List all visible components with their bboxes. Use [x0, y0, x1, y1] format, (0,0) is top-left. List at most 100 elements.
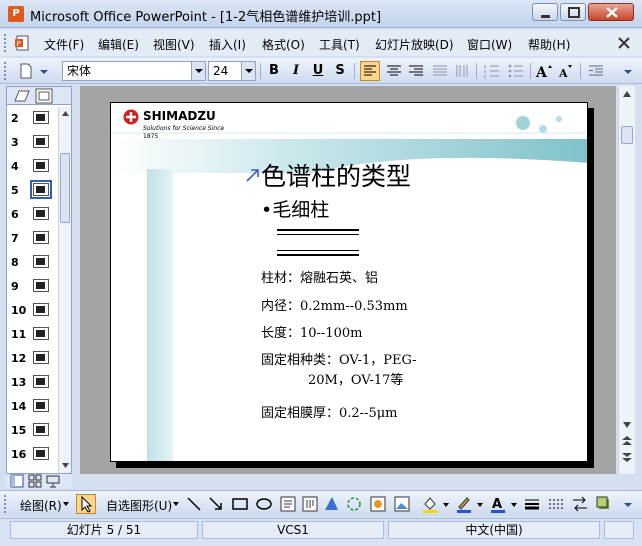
- thumbnail-preview[interactable]: [33, 111, 49, 124]
- slide-line-stationary-phase[interactable]: 固定相种类：OV-1，PEG-: [261, 349, 417, 368]
- slide-line-length[interactable]: 长度：10--100m: [261, 322, 362, 341]
- thumbnail-item[interactable]: 8: [7, 251, 59, 275]
- thumbnail-preview[interactable]: [33, 399, 49, 412]
- font-size-dropdown-button[interactable]: [241, 62, 255, 80]
- toolbar-options-button[interactable]: [622, 494, 634, 514]
- current-slide[interactable]: SHIMADZU Solutions for Science Since 187…: [110, 102, 588, 462]
- toolbar-options-button[interactable]: [622, 61, 634, 81]
- italic-button[interactable]: I: [286, 61, 306, 81]
- maximize-button[interactable]: [560, 3, 586, 21]
- line-button[interactable]: [184, 494, 204, 514]
- slideshow-view-icon[interactable]: [46, 474, 60, 488]
- slide-line-material[interactable]: 柱材：熔融石英、铝: [261, 267, 378, 286]
- diagram-button[interactable]: [344, 494, 364, 514]
- scroll-up-icon[interactable]: [61, 109, 70, 118]
- underline-button[interactable]: U: [308, 61, 328, 81]
- select-objects-button[interactable]: [76, 494, 96, 514]
- decrease-indent-button[interactable]: [586, 61, 606, 81]
- arrow-style-button[interactable]: [570, 494, 590, 514]
- numbering-button[interactable]: [482, 61, 502, 81]
- fill-color-button[interactable]: [420, 494, 440, 514]
- bold-button[interactable]: B: [264, 61, 284, 81]
- drawing-toolbar-grip[interactable]: [4, 495, 8, 513]
- scroll-down-icon[interactable]: [61, 461, 70, 470]
- line-color-button[interactable]: [454, 494, 474, 514]
- slide-title[interactable]: 色谱柱的类型: [261, 157, 411, 193]
- thumbnail-item[interactable]: 4: [7, 155, 59, 179]
- thumbnail-scroll-thumb[interactable]: [60, 153, 70, 223]
- menu-file[interactable]: 文件(F): [44, 36, 84, 53]
- menu-insert[interactable]: 插入(I): [209, 36, 246, 53]
- align-left-button[interactable]: [360, 61, 380, 81]
- text-box-button[interactable]: [278, 494, 298, 514]
- normal-view-icon[interactable]: [10, 474, 24, 488]
- font-name-dropdown-button[interactable]: [191, 62, 205, 80]
- thumbnail-preview[interactable]: [33, 135, 49, 148]
- slide-sorter-view-icon[interactable]: [28, 474, 42, 488]
- thumbnail-preview[interactable]: [33, 351, 49, 364]
- thumbnail-preview[interactable]: [33, 231, 49, 244]
- menu-window[interactable]: 窗口(W): [467, 36, 512, 53]
- thumbnail-item[interactable]: 2: [7, 107, 59, 131]
- align-right-button[interactable]: [406, 61, 426, 81]
- menu-help[interactable]: 帮助(H): [528, 36, 570, 53]
- thumbnail-preview[interactable]: [33, 279, 49, 292]
- menu-format[interactable]: 格式(O): [262, 36, 305, 53]
- close-document-icon[interactable]: [617, 36, 631, 50]
- thumbnail-scrollbar[interactable]: [58, 107, 71, 473]
- next-slide-icon[interactable]: [621, 452, 633, 464]
- clip-art-button[interactable]: [368, 494, 388, 514]
- thumbnail-item[interactable]: 7: [7, 227, 59, 251]
- menu-tools[interactable]: 工具(T): [319, 36, 360, 53]
- minimize-button[interactable]: [532, 3, 558, 21]
- outline-tab-icon[interactable]: [13, 89, 31, 103]
- toolbar-grip[interactable]: [4, 62, 8, 80]
- toolbar-options-button[interactable]: [38, 61, 50, 81]
- menu-slideshow[interactable]: 幻灯片放映(D): [375, 36, 454, 53]
- chevron-down-icon[interactable]: [442, 501, 450, 509]
- thumbnail-item[interactable]: 11: [7, 323, 59, 347]
- scroll-down-icon[interactable]: [622, 420, 632, 430]
- document-icon[interactable]: P: [14, 34, 32, 52]
- chevron-down-icon[interactable]: [476, 501, 484, 509]
- thumbnail-item[interactable]: 9: [7, 275, 59, 299]
- thumbnail-item[interactable]: 6: [7, 203, 59, 227]
- shadow-style-button[interactable]: [594, 494, 614, 514]
- thumbnail-preview[interactable]: [33, 255, 49, 268]
- thumbnail-preview[interactable]: [33, 303, 49, 316]
- new-document-button[interactable]: [16, 61, 36, 81]
- font-color-button[interactable]: A: [488, 494, 508, 514]
- thumbnail-preview[interactable]: [33, 207, 49, 220]
- rectangle-button[interactable]: [230, 494, 250, 514]
- align-center-button[interactable]: [384, 61, 404, 81]
- thumbnail-preview[interactable]: [33, 159, 49, 172]
- vertical-text-box-button[interactable]: [300, 494, 320, 514]
- decrease-font-button[interactable]: A: [556, 61, 576, 81]
- thumbnail-preview[interactable]: [30, 180, 52, 199]
- thumbnail-item[interactable]: 15: [7, 419, 59, 443]
- column-align-button[interactable]: [452, 61, 472, 81]
- thumbnail-item[interactable]: 13: [7, 371, 59, 395]
- previous-slide-icon[interactable]: [621, 434, 633, 446]
- thumbnail-preview[interactable]: [33, 423, 49, 436]
- menu-edit[interactable]: 编辑(E): [98, 36, 139, 53]
- increase-font-button[interactable]: A: [534, 61, 554, 81]
- thumbnail-item[interactable]: 5: [7, 179, 59, 203]
- chevron-down-icon[interactable]: [510, 501, 518, 509]
- slide-line-film-thickness[interactable]: 固定相膜厚：0.2--5μm: [261, 402, 398, 421]
- thumbnail-item[interactable]: 14: [7, 395, 59, 419]
- thumbnail-item[interactable]: 3: [7, 131, 59, 155]
- oval-button[interactable]: [254, 494, 274, 514]
- slide-line-inner-diameter[interactable]: 内径：0.2mm--0.53mm: [261, 295, 408, 314]
- thumbnail-preview[interactable]: [33, 375, 49, 388]
- shadow-button[interactable]: S: [330, 61, 350, 81]
- thumbnail-item[interactable]: 10: [7, 299, 59, 323]
- insert-picture-button[interactable]: [392, 494, 412, 514]
- slide-scroll-thumb[interactable]: [621, 126, 633, 144]
- distributed-align-button[interactable]: [430, 61, 450, 81]
- font-name-combo[interactable]: 宋体: [62, 61, 206, 81]
- menu-view[interactable]: 视图(V): [153, 36, 195, 53]
- close-button[interactable]: [588, 3, 634, 21]
- powerpoint-app-icon[interactable]: P: [8, 6, 24, 22]
- wordart-button[interactable]: [322, 494, 342, 514]
